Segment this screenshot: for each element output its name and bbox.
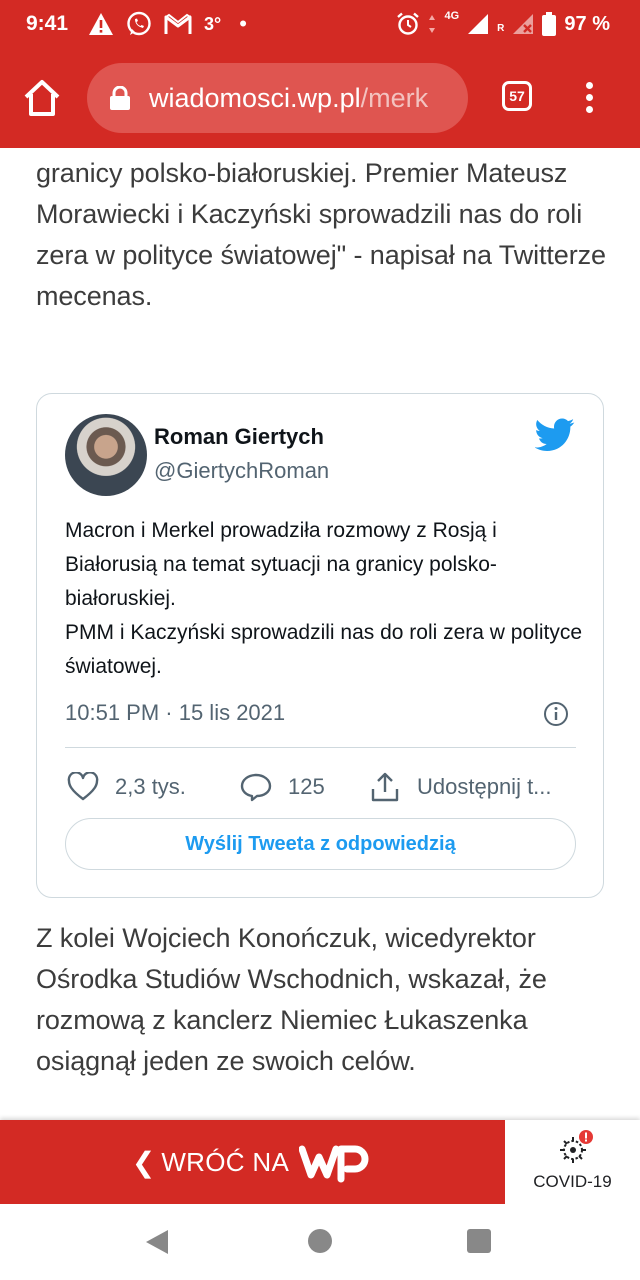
system-navigation-bar [0,1204,640,1280]
url-host: wiadomosci.wp.pl [149,83,361,113]
bottom-banner: ❮ WRÓĆ NA COVID-19 [0,1120,640,1204]
network-type: 4G [444,10,460,22]
article-paragraph: granicy polsko-białoruskiej. Premier Mat… [36,158,606,311]
system-icons: 4G R 97 % [396,9,610,39]
browser-toolbar: wiadomosci.wp.pl/merk 57 [0,48,640,148]
heart-icon [67,772,99,801]
tab-count: 57 [509,88,525,104]
tweet-text-line: Macron i Merkel prowadziła rozmowy z Ros… [65,519,497,610]
url-path: /merk [360,83,429,113]
battery-icon [542,12,557,36]
tweet-text: Macron i Merkel prowadziła rozmowy z Ros… [65,514,585,684]
address-bar[interactable]: wiadomosci.wp.pl/merk [87,63,468,133]
home-icon[interactable] [22,78,62,118]
gmail-icon [164,13,192,34]
notification-icons: 3° • [88,9,247,39]
status-bar: 9:41 3° • 4G R 97 % [0,0,640,48]
alarm-icon [397,12,420,35]
article-paragraph: Z kolei Wojciech Konończuk, wicedyrektor… [36,923,547,1076]
roaming-label: R [497,22,505,34]
wp-logo [299,1145,369,1183]
signal-icon [468,14,489,34]
warning-icon [89,13,113,35]
covid-button[interactable]: COVID-19 [505,1120,640,1204]
lock-icon [110,86,130,110]
tweet-timestamp[interactable]: 10:51 PM · 15 lis 2021 [65,700,285,726]
more-notifications-dot: • [239,11,247,36]
home-nav-icon[interactable] [308,1229,332,1253]
tabs-icon[interactable]: 57 [502,81,532,111]
tweet-text-line: PMM i Kaczyński sprowadzili nas do roli … [65,621,583,678]
data-arrows-icon [429,15,436,33]
covid-icon [560,1130,593,1163]
whatsapp-icon [127,11,151,36]
divider [65,747,576,748]
url-text: wiadomosci.wp.pl/merk [149,83,428,114]
share-button[interactable]: Udostępnij t... [369,770,579,804]
covid-label: COVID-19 [533,1172,612,1191]
reply-button[interactable]: 125 [240,770,325,804]
chevron-left-icon: ❮ [131,1146,156,1178]
status-time: 9:41 [26,12,69,35]
tweet-author-handle[interactable]: @GiertychRoman [154,458,329,484]
temperature: 3° [204,13,222,34]
back-label: WRÓĆ NA [161,1146,290,1177]
share-label: Udostępnij t... [417,774,552,799]
avatar[interactable] [65,414,147,496]
signal-roaming-icon [513,14,534,34]
twitter-icon[interactable] [535,418,575,452]
embedded-tweet[interactable]: Roman Giertych @GiertychRoman Macron i M… [36,393,604,898]
reply-icon [240,773,272,802]
like-button[interactable]: 2,3 tys. [67,770,186,804]
info-icon[interactable] [543,701,569,727]
share-icon [371,772,399,802]
back-icon[interactable] [144,1228,170,1256]
reply-count: 125 [288,774,325,799]
like-count: 2,3 tys. [115,774,186,799]
battery-percent: 97 % [564,12,610,35]
back-to-wp-button[interactable]: ❮ WRÓĆ NA [0,1120,505,1204]
recent-apps-icon[interactable] [467,1229,491,1253]
send-reply-tweet-button[interactable]: Wyślij Tweeta z odpowiedzią [65,818,576,870]
tweet-author-name[interactable]: Roman Giertych [154,424,324,450]
menu-icon[interactable] [584,82,594,114]
